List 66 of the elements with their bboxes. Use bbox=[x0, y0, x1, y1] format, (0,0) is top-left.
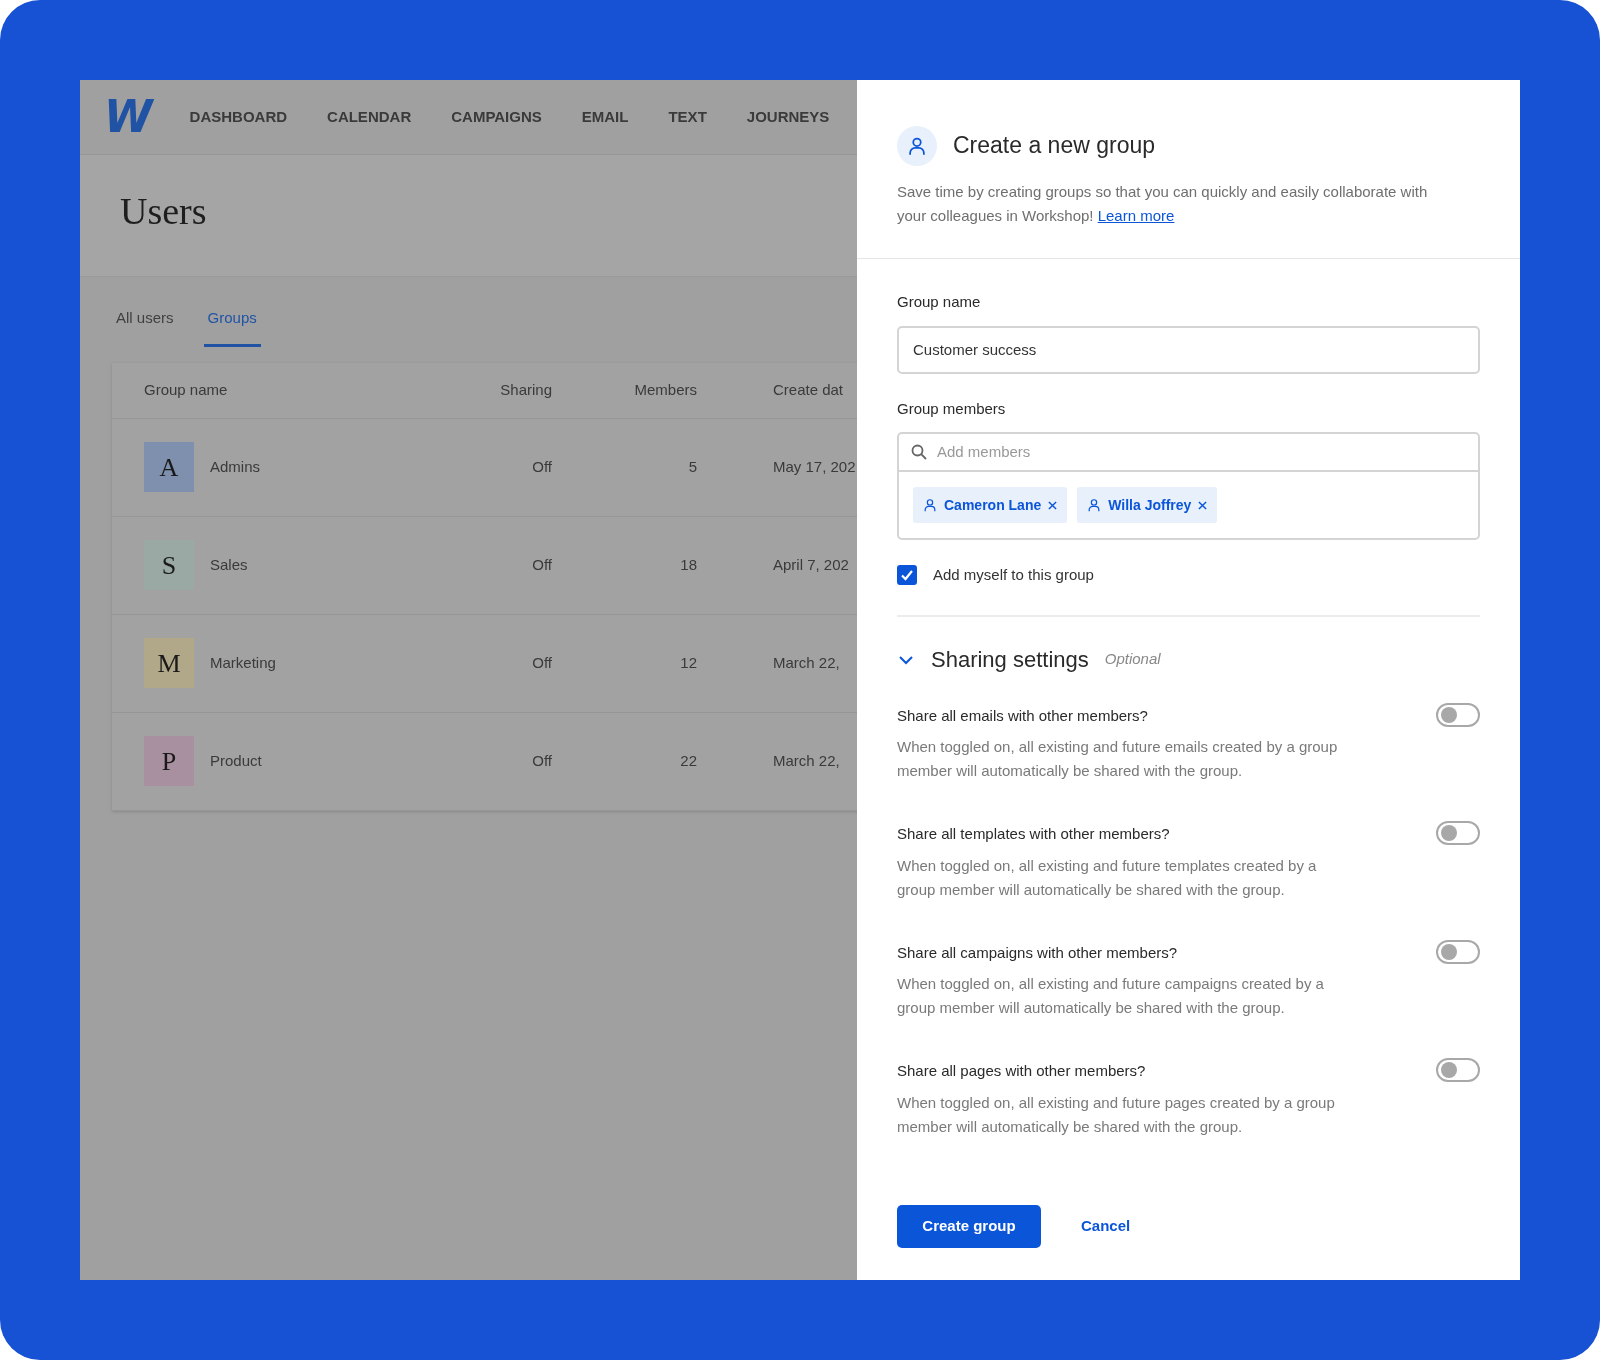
group-avatar: P bbox=[144, 736, 194, 786]
setting-description: When toggled on, all existing and future pages created by a group member will automatically be shared with the group. bbox=[897, 1092, 1336, 1137]
member-name: Willa Joffrey bbox=[1108, 495, 1192, 515]
person-icon bbox=[897, 126, 937, 166]
toggle-switch[interactable] bbox=[1436, 939, 1480, 964]
members-cell: 5 bbox=[688, 457, 697, 475]
setting-question: Share all pages with other members? bbox=[897, 1061, 1147, 1082]
remove-button[interactable] bbox=[1198, 500, 1208, 510]
person-icon bbox=[923, 498, 937, 512]
setting-description: When toggled on, all existing and future templates created by a group member will automatically be shared with the group. bbox=[897, 855, 1318, 900]
date-cell: April 7, 202 bbox=[773, 555, 849, 573]
page-title: Users bbox=[120, 191, 208, 233]
sharing-cell: Off bbox=[532, 751, 552, 769]
setting-question: Share all emails with other members? bbox=[897, 705, 1149, 726]
date-cell: March 22, bbox=[773, 751, 840, 769]
date-cell: March 22, bbox=[773, 653, 840, 671]
toggle-switch[interactable] bbox=[1436, 1058, 1480, 1083]
group-name: Product bbox=[210, 750, 262, 771]
nav-link[interactable]: DASHBOARD bbox=[189, 105, 288, 129]
learn-more-link[interactable]: Learn more bbox=[1097, 207, 1175, 224]
field-label: Group members bbox=[897, 398, 1007, 419]
members-cell: 22 bbox=[680, 751, 697, 769]
person-icon bbox=[1087, 498, 1102, 512]
setting-description: When toggled on, all existing and future campaigns created by a group member will automatically be shared with the group. bbox=[897, 974, 1325, 1019]
column-header: Sharing bbox=[500, 380, 552, 398]
setting-question: Share all campaigns with other members? bbox=[897, 942, 1179, 963]
toggle-switch[interactable] bbox=[1436, 821, 1480, 846]
panel-description: Save time by creating groups so that you can quickly and easily collaborate with your colleagues in Workshop! Learn more bbox=[897, 182, 1429, 226]
nav-link[interactable]: CAMPAIGNS bbox=[451, 105, 542, 129]
group-name: Sales bbox=[210, 554, 248, 575]
column-header: Create dat bbox=[773, 380, 844, 398]
field-label: Group name bbox=[897, 292, 982, 312]
cancel-button[interactable]: Cancel bbox=[1081, 1211, 1131, 1242]
checkbox[interactable] bbox=[897, 565, 917, 586]
sharing-cell: Off bbox=[532, 457, 552, 475]
sharing-cell: Off bbox=[532, 555, 552, 573]
check-icon bbox=[900, 568, 914, 583]
setting-question: Share all templates with other members? bbox=[897, 824, 1171, 845]
members-cell: 18 bbox=[680, 555, 697, 573]
column-header: Members bbox=[634, 380, 697, 398]
sharing-cell: Off bbox=[532, 653, 552, 671]
checkbox-label: Add myself to this group bbox=[933, 565, 1094, 585]
date-cell: May 17, 202 bbox=[773, 457, 856, 475]
tab[interactable]: Groups bbox=[203, 307, 261, 347]
section-title: Sharing settings bbox=[931, 646, 1089, 673]
member-name: Cameron Lane bbox=[944, 495, 1042, 515]
group-name: Marketing bbox=[210, 652, 276, 673]
remove-button[interactable] bbox=[1048, 500, 1058, 510]
nav-link[interactable]: CALENDAR bbox=[327, 105, 412, 129]
nav-link[interactable]: JOURNEYS bbox=[746, 105, 830, 129]
create-group-button[interactable]: Create group bbox=[897, 1205, 1041, 1248]
nav-link[interactable]: EMAIL bbox=[581, 105, 629, 129]
toggle-switch[interactable] bbox=[1436, 702, 1480, 727]
group-name-field[interactable]: Customer success bbox=[897, 325, 1480, 374]
group-avatar: S bbox=[144, 540, 194, 590]
column-header: Group name bbox=[144, 379, 228, 400]
group-avatar: M bbox=[144, 638, 194, 688]
optional-label: Optional bbox=[1104, 649, 1161, 670]
nav-link[interactable]: TEXT bbox=[668, 105, 707, 129]
members-cell: 12 bbox=[680, 653, 697, 671]
tab[interactable]: All users bbox=[112, 307, 178, 347]
setting-description: When toggled on, all existing and future emails created by a group member will automatically be shared with the group. bbox=[897, 737, 1339, 782]
panel-title: Create a new group bbox=[953, 132, 1155, 160]
search-icon bbox=[911, 444, 927, 460]
group-name: Admins bbox=[210, 456, 261, 477]
group-avatar: A bbox=[144, 442, 194, 492]
